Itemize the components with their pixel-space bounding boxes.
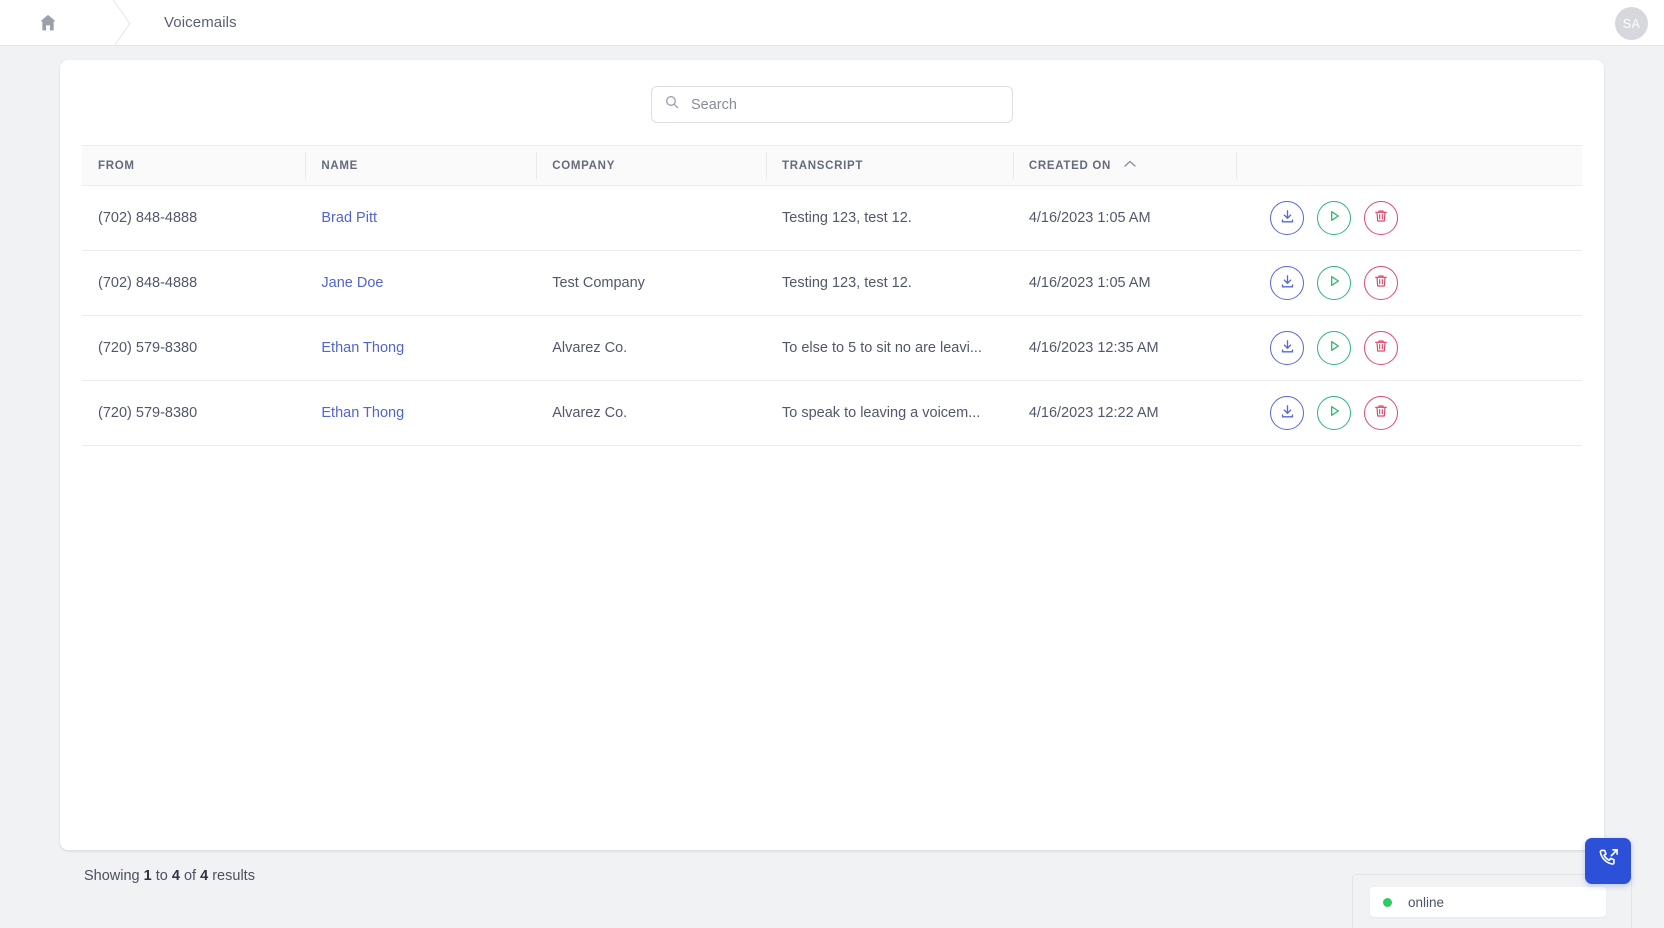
trash-icon: [1373, 403, 1389, 423]
results-range-start: 1: [143, 868, 152, 884]
trash-icon: [1373, 208, 1389, 228]
cell-company: Alvarez Co.: [536, 380, 767, 446]
cell-from: (702) 848-4888: [82, 250, 306, 316]
results-of: of: [179, 868, 201, 884]
column-header-name[interactable]: NAME: [305, 145, 537, 186]
search-input[interactable]: [691, 96, 1000, 113]
sort-ascending-icon: [1124, 159, 1136, 171]
outbound-call-button[interactable]: [1585, 838, 1631, 884]
results-prefix: Showing: [84, 868, 144, 884]
search-icon: [664, 94, 691, 115]
row-action-group: [1252, 266, 1582, 300]
contact-name-link[interactable]: Jane Doe: [321, 275, 383, 291]
delete-voicemail-button[interactable]: [1364, 396, 1399, 430]
contact-name-link[interactable]: Ethan Thong: [321, 340, 404, 356]
download-voicemail-button[interactable]: [1270, 396, 1305, 430]
column-header-created-on-label: CREATED ON: [1028, 160, 1111, 172]
cell-actions: [1236, 380, 1582, 446]
results-range-end: 4: [171, 868, 180, 884]
download-voicemail-button[interactable]: [1270, 201, 1305, 235]
cell-from: (720) 579-8380: [82, 315, 306, 381]
column-header-actions: [1236, 145, 1582, 186]
avatar[interactable]: SA: [1615, 7, 1648, 40]
delete-voicemail-button[interactable]: [1364, 201, 1399, 235]
results-suffix: results: [208, 868, 255, 884]
cell-name: Ethan Thong: [305, 380, 537, 446]
cell-created-on: 4/16/2023 1:05 AM: [1012, 250, 1237, 316]
results-total: 4: [200, 868, 209, 884]
play-voicemail-button[interactable]: [1317, 331, 1352, 365]
table-row[interactable]: (720) 579-8380 Ethan Thong Alvarez Co. To e…: [82, 315, 1582, 381]
voicemails-table-container: FROM NAME COMPANY TRANSCRIPT CREATED ON: [82, 145, 1582, 446]
play-icon: [1326, 403, 1342, 423]
play-voicemail-button[interactable]: [1317, 396, 1352, 430]
table-row[interactable]: (702) 848-4888 Jane Doe Test Company Testin…: [82, 250, 1582, 316]
download-icon: [1279, 403, 1296, 424]
table-row[interactable]: (702) 848-4888 Brad Pitt Testing 123, test…: [82, 185, 1582, 251]
home-icon: [37, 12, 59, 34]
table-row[interactable]: (720) 579-8380 Ethan Thong Alvarez Co. To s…: [82, 380, 1582, 446]
breadcrumb-current-page[interactable]: Voicemails: [164, 14, 237, 31]
voicemails-card: FROM NAME COMPANY TRANSCRIPT CREATED ON: [60, 60, 1604, 850]
cell-name: Ethan Thong: [305, 315, 537, 381]
chat-widget-panel[interactable]: online: [1352, 838, 1632, 928]
breadcrumb-separator-icon: [96, 0, 142, 46]
cell-from: (720) 579-8380: [82, 380, 306, 446]
delete-voicemail-button[interactable]: [1364, 266, 1399, 300]
cell-from: (702) 848-4888: [82, 185, 306, 251]
table-body: (702) 848-4888 Brad Pitt Testing 123, test…: [82, 185, 1582, 446]
cell-company: [536, 185, 767, 251]
trash-icon: [1373, 273, 1389, 293]
cell-name: Jane Doe: [305, 250, 537, 316]
voicemails-table: FROM NAME COMPANY TRANSCRIPT CREATED ON: [82, 145, 1582, 446]
row-action-group: [1252, 396, 1582, 430]
play-icon: [1326, 273, 1342, 293]
cell-actions: [1236, 315, 1582, 381]
contact-name-link[interactable]: Brad Pitt: [321, 210, 377, 226]
cell-transcript: To else to 5 to sit no are leavi...: [766, 315, 1013, 381]
download-voicemail-button[interactable]: [1270, 331, 1305, 365]
breadcrumb-home-link[interactable]: [0, 0, 96, 46]
search-area: [82, 86, 1582, 123]
column-header-company[interactable]: COMPANY: [536, 145, 767, 186]
contact-name-link[interactable]: Ethan Thong: [321, 405, 404, 421]
play-voicemail-button[interactable]: [1317, 266, 1352, 300]
cell-name: Brad Pitt: [305, 185, 537, 251]
phone-outbound-icon: [1597, 847, 1620, 875]
download-icon: [1279, 208, 1296, 229]
cell-company: Alvarez Co.: [536, 315, 767, 381]
cell-transcript: Testing 123, test 12.: [766, 250, 1013, 316]
download-icon: [1279, 273, 1296, 294]
page-body: FROM NAME COMPANY TRANSCRIPT CREATED ON: [0, 46, 1664, 928]
online-status-dot-icon: [1383, 897, 1392, 907]
column-header-transcript[interactable]: TRANSCRIPT: [766, 145, 1013, 186]
cell-company: Test Company: [536, 250, 767, 316]
table-head: FROM NAME COMPANY TRANSCRIPT CREATED ON: [82, 145, 1582, 186]
chat-status-chip[interactable]: online: [1370, 887, 1606, 917]
chat-status-label: online: [1408, 894, 1445, 910]
search-box[interactable]: [651, 86, 1013, 123]
play-icon: [1326, 338, 1342, 358]
trash-icon: [1373, 338, 1389, 358]
breadcrumb: Voicemails: [0, 0, 237, 46]
column-header-created-on[interactable]: CREATED ON: [1012, 145, 1237, 186]
cell-actions: [1236, 185, 1582, 251]
cell-created-on: 4/16/2023 12:22 AM: [1012, 380, 1237, 446]
download-icon: [1279, 338, 1296, 359]
cell-created-on: 4/16/2023 1:05 AM: [1012, 185, 1237, 251]
top-bar: Voicemails SA: [0, 0, 1664, 46]
play-voicemail-button[interactable]: [1317, 201, 1352, 235]
cell-actions: [1236, 250, 1582, 316]
row-action-group: [1252, 331, 1582, 365]
results-to: to: [151, 868, 172, 884]
delete-voicemail-button[interactable]: [1364, 331, 1399, 365]
download-voicemail-button[interactable]: [1270, 266, 1305, 300]
play-icon: [1326, 208, 1342, 228]
cell-transcript: Testing 123, test 12.: [766, 185, 1013, 251]
row-action-group: [1252, 201, 1582, 235]
cell-created-on: 4/16/2023 12:35 AM: [1012, 315, 1237, 381]
cell-transcript: To speak to leaving a voicem...: [766, 380, 1013, 446]
column-header-from[interactable]: FROM: [82, 145, 306, 186]
table-header-row: FROM NAME COMPANY TRANSCRIPT CREATED ON: [82, 145, 1582, 186]
